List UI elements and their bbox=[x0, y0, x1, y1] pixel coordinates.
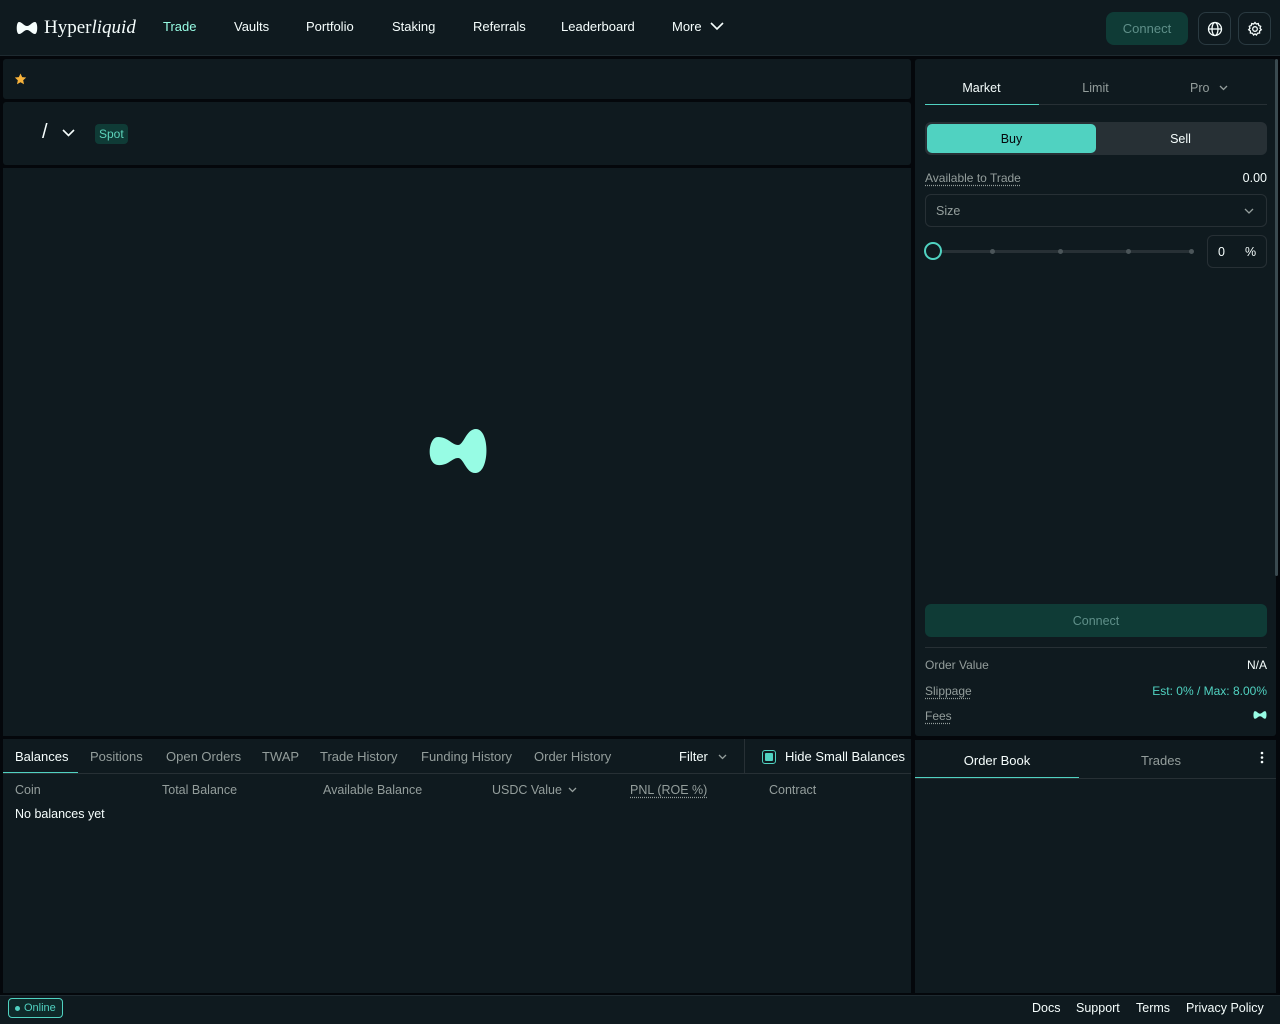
percent-unit: % bbox=[1245, 245, 1257, 259]
connect-wallet-button[interactable]: Connect bbox=[1106, 12, 1188, 45]
nav-referrals[interactable]: Referrals bbox=[473, 19, 526, 34]
connect-order-button[interactable]: Connect bbox=[925, 604, 1267, 637]
size-slider-thumb[interactable] bbox=[924, 242, 942, 260]
chevron-down-icon bbox=[710, 22, 724, 31]
slider-step-75[interactable] bbox=[1126, 249, 1131, 254]
tab-market[interactable]: Market bbox=[925, 81, 1038, 95]
footer-link-support[interactable]: Support bbox=[1076, 1001, 1120, 1015]
tab-trades[interactable]: Trades bbox=[1079, 753, 1243, 768]
gear-icon bbox=[1247, 21, 1262, 36]
book-tabs-divider bbox=[915, 778, 1276, 779]
settings-button[interactable] bbox=[1238, 12, 1271, 45]
tab-pro[interactable]: Pro bbox=[1190, 81, 1228, 95]
chevron-down-icon bbox=[1244, 208, 1254, 214]
logo-text: Hyperliquid bbox=[44, 17, 136, 38]
filter-dropdown[interactable]: Filter bbox=[679, 749, 727, 764]
filter-label: Filter bbox=[679, 749, 708, 764]
tab-twap[interactable]: TWAP bbox=[262, 749, 299, 764]
account-panel bbox=[3, 739, 911, 993]
chevron-down-icon bbox=[1219, 85, 1228, 91]
market-info-bar bbox=[3, 102, 911, 165]
loading-logo-icon bbox=[429, 429, 487, 474]
active-tab-indicator bbox=[915, 777, 1079, 778]
globe-icon bbox=[1207, 21, 1222, 36]
order-value: N/A bbox=[1246, 658, 1267, 672]
tab-open-orders[interactable]: Open Orders bbox=[166, 749, 241, 764]
column-total-balance: Total Balance bbox=[162, 783, 238, 797]
size-input[interactable]: Size bbox=[925, 194, 1267, 227]
favorites-bar bbox=[3, 59, 911, 99]
hyperliquid-logo-icon bbox=[16, 22, 38, 34]
footer-link-terms[interactable]: Terms bbox=[1136, 1001, 1170, 1015]
footer-link-privacy[interactable]: Privacy Policy bbox=[1186, 1001, 1264, 1015]
chevron-down-icon bbox=[718, 754, 727, 759]
tab-limit[interactable]: Limit bbox=[1039, 81, 1152, 95]
slippage-label[interactable]: Slippage bbox=[925, 684, 972, 698]
order-summary-divider bbox=[925, 647, 1267, 648]
size-slider-track[interactable] bbox=[933, 250, 1193, 253]
checkbox-check bbox=[765, 753, 773, 761]
tab-order-book[interactable]: Order Book bbox=[915, 753, 1079, 768]
nav-more-label: More bbox=[672, 19, 702, 34]
slider-step-100[interactable] bbox=[1189, 249, 1194, 254]
status-dot bbox=[15, 1005, 20, 1011]
more-vertical-icon[interactable] bbox=[1260, 751, 1264, 764]
fees-label[interactable]: Fees bbox=[925, 709, 952, 723]
buy-button[interactable]: Buy bbox=[927, 124, 1096, 153]
status-text: Online bbox=[24, 1002, 56, 1014]
tab-balances[interactable]: Balances bbox=[15, 749, 68, 764]
nav-staking[interactable]: Staking bbox=[392, 19, 435, 34]
column-pnl[interactable]: PNL (ROE %) bbox=[630, 783, 707, 797]
chevron-down-icon bbox=[61, 128, 75, 137]
empty-balances-message: No balances yet bbox=[15, 807, 105, 821]
tab-trade-history[interactable]: Trade History bbox=[320, 749, 398, 764]
tabs-separator bbox=[744, 739, 745, 773]
market-type-badge: Spot bbox=[95, 124, 128, 144]
footer-link-docs[interactable]: Docs bbox=[1032, 1001, 1060, 1015]
nav-more[interactable]: More bbox=[672, 19, 724, 34]
pair-selector[interactable]: / bbox=[42, 121, 75, 144]
connection-status-badge: Online bbox=[8, 998, 63, 1018]
order-value-label: Order Value bbox=[925, 658, 989, 672]
nav-portfolio[interactable]: Portfolio bbox=[306, 19, 354, 34]
column-available-balance: Available Balance bbox=[323, 783, 423, 797]
slippage-value: Est: 0% / Max: 8.00% bbox=[1152, 684, 1267, 698]
column-coin: Coin bbox=[15, 783, 41, 797]
slider-step-25[interactable] bbox=[990, 249, 995, 254]
tab-funding-history[interactable]: Funding History bbox=[421, 749, 512, 764]
active-tab-indicator bbox=[925, 104, 1039, 105]
size-placeholder: Size bbox=[936, 203, 961, 218]
chevron-down-icon bbox=[568, 787, 577, 793]
column-contract: Contract bbox=[769, 783, 817, 797]
nav-vaults[interactable]: Vaults bbox=[234, 19, 269, 34]
active-tab-indicator bbox=[3, 772, 78, 773]
tab-pro-label: Pro bbox=[1190, 81, 1210, 95]
tab-positions[interactable]: Positions bbox=[90, 749, 143, 764]
app-root: Hyperliquid Trade Vaults Portfolio Staki… bbox=[0, 0, 1280, 1024]
hide-small-balances-checkbox[interactable] bbox=[762, 750, 776, 764]
percent-value: 0 bbox=[1218, 245, 1225, 259]
star-icon[interactable] bbox=[14, 73, 27, 85]
column-usdc-value-label: USDC Value bbox=[492, 783, 562, 797]
sell-button[interactable]: Sell bbox=[1096, 124, 1265, 153]
hide-small-balances-label[interactable]: Hide Small Balances bbox=[785, 749, 905, 764]
scrollbar[interactable] bbox=[1275, 59, 1278, 576]
size-percent-input[interactable]: 0 % bbox=[1207, 235, 1267, 268]
logo[interactable]: Hyperliquid bbox=[16, 14, 136, 42]
nav-leaderboard[interactable]: Leaderboard bbox=[561, 19, 635, 34]
bottom-tabs-divider bbox=[3, 773, 911, 774]
column-usdc-value[interactable]: USDC Value bbox=[492, 783, 577, 797]
tab-order-history[interactable]: Order History bbox=[534, 749, 611, 764]
available-to-trade-value: 0.00 bbox=[1242, 171, 1267, 185]
slider-step-50[interactable] bbox=[1058, 249, 1063, 254]
language-button[interactable] bbox=[1198, 12, 1231, 45]
pair-name: / bbox=[42, 121, 48, 143]
available-to-trade-label[interactable]: Available to Trade bbox=[925, 171, 1021, 185]
fees-logo-icon bbox=[1253, 711, 1267, 719]
nav-trade[interactable]: Trade bbox=[163, 19, 196, 34]
